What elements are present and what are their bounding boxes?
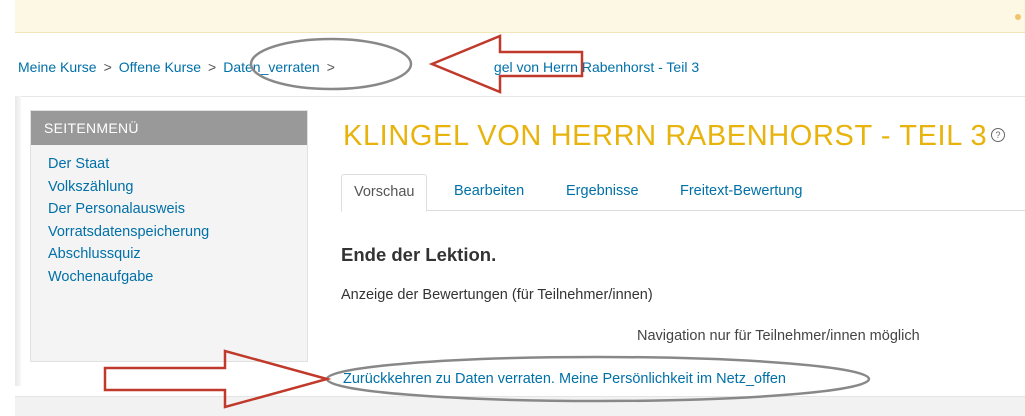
notification-bar: [15, 0, 1025, 33]
score-display-text: Anzeige der Bewertungen (für Teilnehmer/…: [341, 287, 653, 303]
return-to-course-link[interactable]: Zurückkehren zu Daten verraten. Meine Pe…: [343, 371, 786, 387]
sidebar-page-menu: SEITENMENÜ Der Staat Volkszählung Der Pe…: [30, 110, 308, 362]
sidebar-item-der-staat[interactable]: Der Staat: [48, 153, 307, 176]
tab-bearbeiten[interactable]: Bearbeiten: [442, 174, 536, 209]
sidebar-item-volkszaehlung[interactable]: Volkszählung: [48, 176, 307, 199]
breadcrumb-course[interactable]: Daten_verraten: [223, 59, 320, 75]
sidebar-item-wochenaufgabe[interactable]: Wochenaufgabe: [48, 266, 307, 289]
tab-vorschau[interactable]: Vorschau: [341, 174, 428, 212]
notification-dot: [1015, 14, 1021, 20]
sidebar-item-abschlussquiz[interactable]: Abschlussquiz: [48, 243, 307, 266]
sidebar-title: SEITENMENÜ: [31, 111, 307, 145]
breadcrumb-separator: >: [103, 59, 112, 75]
page-title: KLINGEL VON HERRN RABENHORST - TEIL 3?: [343, 120, 1006, 153]
tab-ergebnisse[interactable]: Ergebnisse: [554, 174, 651, 209]
breadcrumb-separator: >: [208, 59, 217, 75]
breadcrumb-current[interactable]: gel von Herrn Rabenhorst - Teil 3: [494, 59, 699, 75]
breadcrumb-open-courses[interactable]: Offene Kurse: [119, 59, 201, 75]
breadcrumb: Meine Kurse > Offene Kurse > Daten_verraten >…: [18, 59, 699, 75]
content-shadow: [15, 96, 21, 386]
sidebar-item-vorratsdatenspeicherung[interactable]: Vorratsdatenspeicherung: [48, 221, 307, 244]
help-icon[interactable]: ?: [991, 128, 1006, 143]
navigation-note: Navigation nur für Teilnehmer/innen mögl…: [637, 328, 920, 344]
lesson-tabs: Vorschau Bearbeiten Ergebnisse Freitext-…: [341, 174, 1025, 212]
page-title-text: KLINGEL VON HERRN RABENHORST - TEIL 3: [343, 120, 988, 152]
footer-strip: [15, 396, 1025, 416]
lesson-end-heading: Ende der Lektion.: [341, 244, 497, 265]
sidebar-item-personalausweis[interactable]: Der Personalausweis: [48, 198, 307, 221]
breadcrumb-my-courses[interactable]: Meine Kurse: [18, 59, 97, 75]
sidebar-list: Der Staat Volkszählung Der Personalauswe…: [31, 145, 307, 289]
breadcrumb-separator: >: [326, 59, 335, 75]
tab-freitext-bewertung[interactable]: Freitext-Bewertung: [668, 174, 815, 209]
